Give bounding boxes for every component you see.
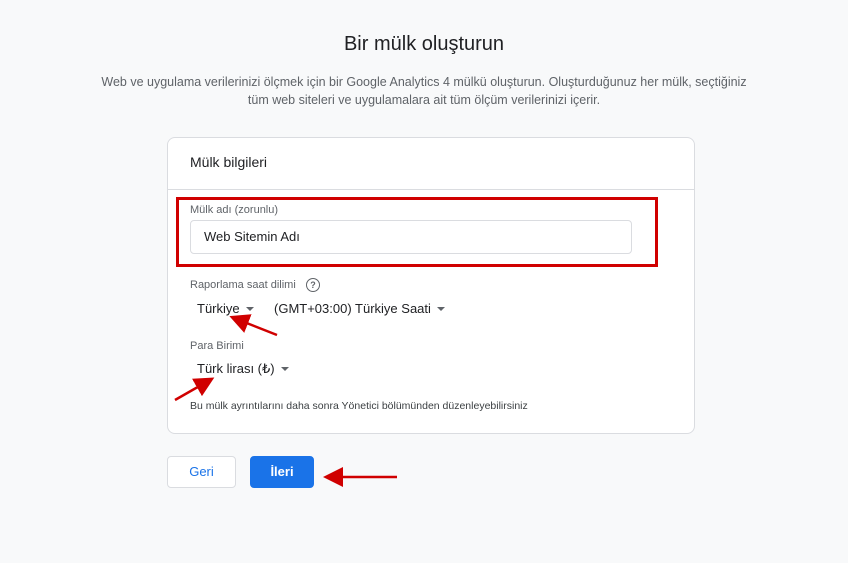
arrow-to-currency <box>174 377 215 402</box>
annotation-arrows <box>174 314 397 487</box>
arrow-to-country <box>229 314 278 337</box>
